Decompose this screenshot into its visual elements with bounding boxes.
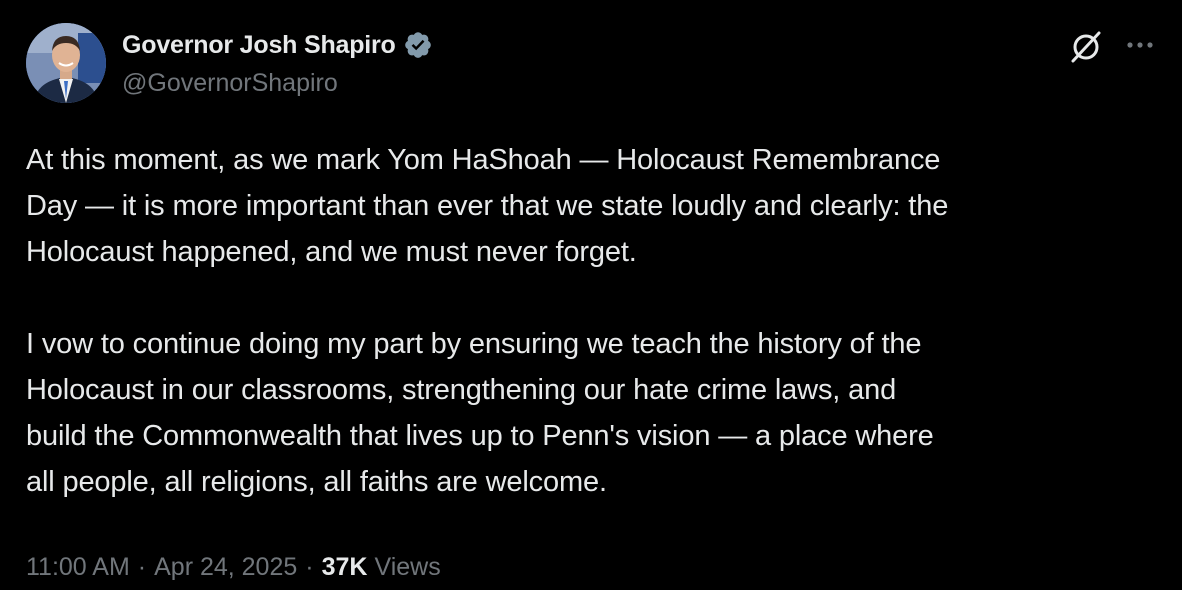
tweet-line: Day — it is more important than ever tha… <box>26 190 949 222</box>
tweet-meta: 11:00 AM · Apr 24, 2025 · 37K Views <box>26 553 441 582</box>
tweet-text: At this moment, as we mark Yom HaShoah —… <box>26 137 1166 505</box>
tweet-line: At this moment, as we mark Yom HaShoah —… <box>26 144 941 176</box>
tweet-time[interactable]: 11:00 AM <box>26 553 130 582</box>
meta-separator: · <box>305 553 314 581</box>
author-handle[interactable]: @GovernorShapiro <box>122 69 338 98</box>
avatar[interactable] <box>26 23 106 103</box>
views-count[interactable]: 37K <box>322 553 368 582</box>
tweet-line: Holocaust in our classrooms, strengtheni… <box>26 374 897 406</box>
tweet-date[interactable]: Apr 24, 2025 <box>154 553 297 582</box>
verified-badge-icon[interactable] <box>403 30 433 60</box>
views-label: Views <box>374 553 441 581</box>
tweet-card: Governor Josh Shapiro @GovernorShapiro A… <box>0 0 1182 590</box>
author-name-row: Governor Josh Shapiro <box>122 28 433 62</box>
grok-icon[interactable] <box>1067 28 1105 66</box>
avatar-image <box>26 23 106 103</box>
tweet-line: build the Commonwealth that lives up to … <box>26 420 934 452</box>
tweet-line: Holocaust happened, and we must never fo… <box>26 236 637 268</box>
more-options-icon[interactable] <box>1122 30 1158 60</box>
author-display-name[interactable]: Governor Josh Shapiro <box>122 31 396 60</box>
meta-separator: · <box>137 553 147 581</box>
tweet-line: I vow to continue doing my part by ensur… <box>26 328 922 360</box>
tweet-line: all people, all religions, all faiths ar… <box>26 466 607 498</box>
